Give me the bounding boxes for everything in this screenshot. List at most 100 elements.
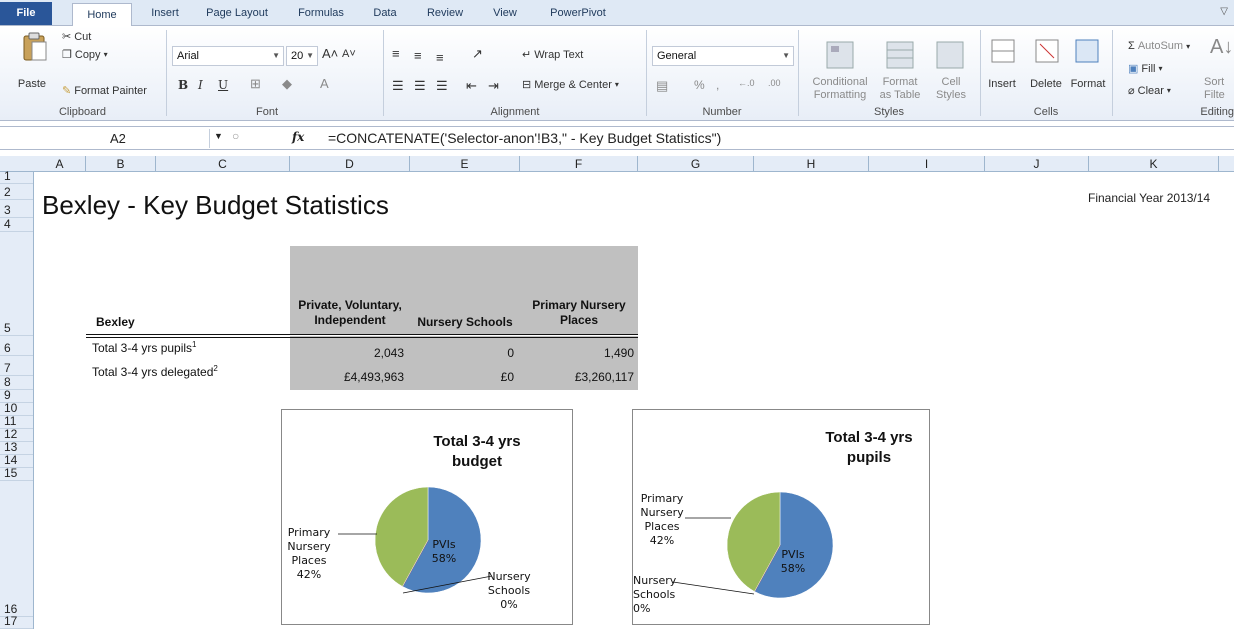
table-cell[interactable]: 1,490 [520,346,634,360]
row-header[interactable]: 1 [0,169,33,184]
font-size-dropdown[interactable]: 20 ▼ [286,46,318,66]
clear-button[interactable]: ⌀ Clear ▾ [1128,84,1171,98]
table-row-label[interactable]: Total 3-4 yrs pupils1 [92,340,197,355]
paste-icon[interactable] [20,32,50,62]
fill-color-icon[interactable]: ◆ [282,76,292,92]
sheet-title[interactable]: Bexley - Key Budget Statistics [42,190,389,221]
conditional-formatting-icon[interactable] [825,40,855,70]
autosum-button[interactable]: Σ AutoSum ▾ [1128,40,1190,52]
tab-review[interactable]: Review [418,0,472,26]
tab-page-layout[interactable]: Page Layout [197,0,277,26]
table-cell[interactable]: £3,260,117 [520,370,634,384]
grow-font-icon[interactable]: A˄ [322,46,338,61]
column-header[interactable]: A [34,156,86,172]
row-header[interactable]: 4 [0,217,33,232]
sort-filter-button[interactable]: Sort Filte [1204,76,1234,102]
column-header[interactable]: E [410,156,520,172]
format-as-table-button[interactable]: Format as Table [870,76,930,102]
row-header[interactable]: 2 [0,184,33,200]
font-color-icon[interactable]: A [320,76,329,91]
row-header[interactable]: 3 [0,200,33,218]
row-label-text: Total 3-4 yrs pupils [92,341,193,355]
insert-button[interactable]: Insert [984,78,1020,91]
align-top-icon[interactable]: ≡ [392,46,400,61]
cut-button[interactable]: ✂ Cut [62,30,91,44]
row-header[interactable]: 6 [0,336,33,356]
align-center-icon[interactable]: ☰ [414,78,426,94]
format-painter-button[interactable]: ✎ Format Painter [62,84,147,98]
minimize-ribbon-icon[interactable]: ▽ [1220,6,1228,17]
format-cells-icon[interactable] [1072,36,1102,66]
paste-button[interactable]: Paste [14,78,50,91]
row-header[interactable]: 7 [0,356,33,376]
table-cell[interactable]: £0 [410,370,514,384]
tab-powerpivot[interactable]: PowerPivot [540,0,616,26]
comma-style-icon[interactable]: , [716,78,719,92]
insert-cells-icon[interactable] [988,36,1018,66]
cell-styles-icon[interactable] [935,40,965,70]
row-header[interactable]: 15 [0,466,33,481]
tab-file[interactable]: File [0,2,52,25]
decrease-decimal-icon[interactable]: .00 [768,78,781,88]
table-row-header[interactable]: Bexley [96,315,135,329]
format-button[interactable]: Format [1068,78,1108,91]
borders-icon[interactable]: ⊞ [250,76,261,92]
align-right-icon[interactable]: ☰ [436,78,448,94]
merge-center-button[interactable]: ⊟ Merge & Center ▾ [522,78,619,92]
align-bottom-icon[interactable]: ≡ [436,50,444,65]
italic-icon[interactable]: I [198,78,203,92]
column-header[interactable]: H [754,156,869,172]
decrease-indent-icon[interactable]: ⇤ [466,78,477,94]
tab-view[interactable]: View [482,0,528,26]
number-format-dropdown[interactable]: General ▼ [652,46,794,66]
table-cell[interactable]: 0 [410,346,514,360]
format-as-table-icon[interactable] [885,40,915,70]
insert-function-icon[interactable]: fx [292,130,304,144]
align-left-icon[interactable]: ☰ [392,78,404,94]
increase-indent-icon[interactable]: ⇥ [488,78,499,94]
column-header[interactable]: B [86,156,156,172]
table-col-header[interactable]: Private, Voluntary, Independent [290,298,410,328]
column-header[interactable]: D [290,156,410,172]
orientation-icon[interactable]: ↗ [472,46,483,62]
table-cell[interactable]: £4,493,963 [290,370,404,384]
shrink-font-icon[interactable]: A˅ [342,48,356,60]
fill-button[interactable]: ▣ Fill ▾ [1128,62,1162,76]
underline-icon[interactable]: U [218,78,228,92]
table-row-label[interactable]: Total 3-4 yrs delegated2 [92,364,218,379]
percent-icon[interactable]: % [694,78,705,92]
increase-decimal-icon[interactable]: ←.0 [738,78,755,88]
table-cell[interactable]: 2,043 [290,346,404,360]
copy-button[interactable]: ❐ Copy ▾ [62,48,108,62]
currency-icon[interactable]: ▤ [656,78,668,94]
delete-button[interactable]: Delete [1026,78,1066,91]
financial-year[interactable]: Financial Year 2013/14 [1088,191,1210,205]
table-col-header[interactable]: Primary Nursery Places [524,298,634,328]
row-header[interactable]: 5 [0,232,33,336]
column-header[interactable]: J [985,156,1089,172]
name-box[interactable]: A2 [0,129,210,148]
wrap-text-button[interactable]: ↵ Wrap Text [522,48,583,62]
formula-input[interactable]: =CONCATENATE('Selector-anon'!B3," - Key … [328,130,721,146]
delete-cells-icon[interactable] [1032,36,1062,66]
pupils-pie-chart[interactable]: Total 3-4 yrs pupils Primary Nursery Pla… [632,409,930,625]
font-name-dropdown[interactable]: Arial ▼ [172,46,284,66]
tab-formulas[interactable]: Formulas [288,0,354,26]
sort-filter-icon[interactable]: A↓ [1210,36,1233,59]
column-header[interactable]: G [638,156,754,172]
conditional-formatting-button[interactable]: Conditional Formatting [800,76,880,102]
row-header[interactable]: 17 [0,614,33,629]
budget-pie-chart[interactable]: Total 3-4 yrs budget Primary Nursery Pla… [281,409,573,625]
column-header[interactable]: F [520,156,638,172]
chevron-down-icon[interactable]: ▼ [214,131,223,141]
column-header[interactable]: K [1089,156,1219,172]
tab-data[interactable]: Data [363,0,407,26]
column-header[interactable]: I [869,156,985,172]
align-middle-icon[interactable]: ≡ [414,48,422,63]
row-header[interactable]: 16 [0,481,33,617]
bold-icon[interactable]: B [178,78,188,92]
cell-styles-button[interactable]: Cell Styles [928,76,974,102]
column-header[interactable]: C [156,156,290,172]
tab-insert[interactable]: Insert [140,0,190,26]
table-col-header[interactable]: Nursery Schools [410,315,520,330]
